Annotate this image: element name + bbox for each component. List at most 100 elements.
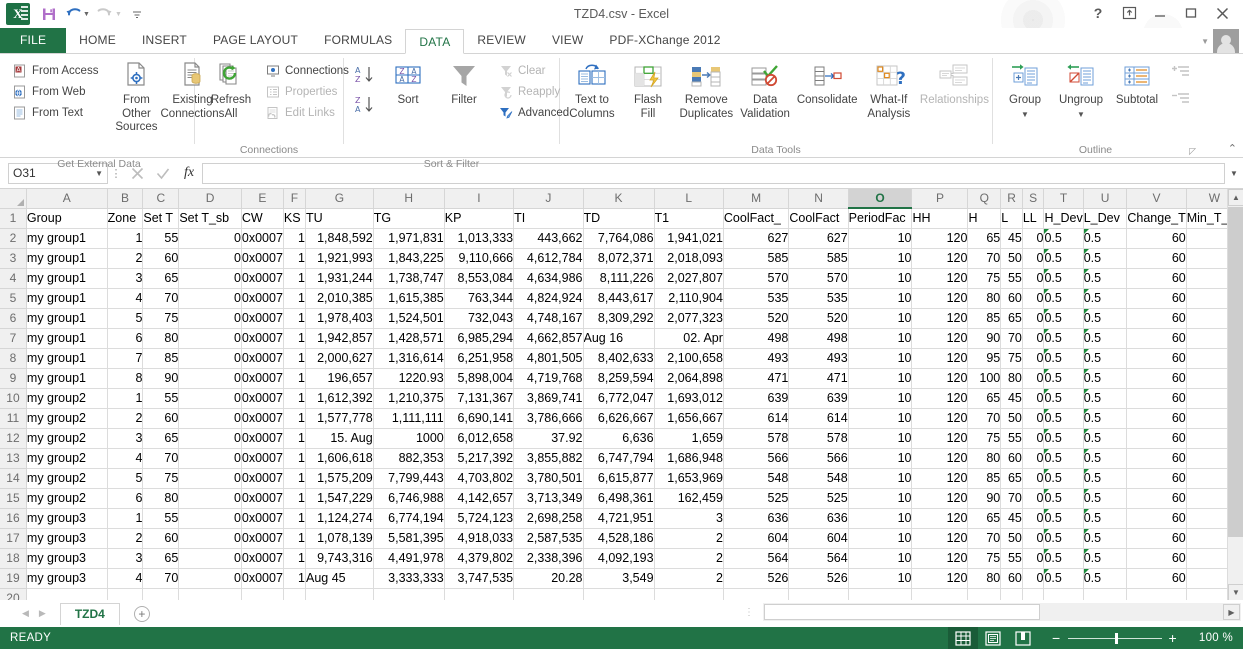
cell-H15[interactable]: 6,746,988 — [373, 488, 445, 509]
cell-V12[interactable]: 60 — [1126, 428, 1187, 449]
cell-N20[interactable] — [788, 588, 849, 600]
cell-U11[interactable]: 0.5 — [1083, 408, 1128, 429]
cell-E9[interactable]: 0x0007 — [241, 368, 284, 389]
show-detail-button[interactable] — [1171, 64, 1191, 83]
cell-R19[interactable]: 60 — [1000, 568, 1023, 589]
text-to-columns-button[interactable]: Text to Columns — [564, 58, 620, 123]
cell-V14[interactable]: 60 — [1126, 468, 1187, 489]
cell-J8[interactable]: 4,801,505 — [513, 348, 584, 369]
cell-H19[interactable]: 3,333,333 — [373, 568, 445, 589]
cell-R17[interactable]: 50 — [1000, 528, 1023, 549]
cell-F18[interactable]: 1 — [283, 548, 307, 569]
cell-D11[interactable]: 0 — [178, 408, 242, 429]
cell-I7[interactable]: 6,985,294 — [444, 328, 515, 349]
cell-U1[interactable]: L_Dev — [1083, 208, 1128, 229]
cell-R18[interactable]: 55 — [1000, 548, 1023, 569]
row-header-9[interactable]: 9 — [0, 368, 27, 389]
cell-P13[interactable]: 120 — [911, 448, 969, 469]
cell-C19[interactable]: 70 — [142, 568, 180, 589]
cell-L15[interactable]: 162,459 — [654, 488, 724, 509]
cell-V15[interactable]: 60 — [1126, 488, 1187, 509]
cell-L12[interactable]: 1,659 — [654, 428, 724, 449]
cell-H8[interactable]: 1,316,614 — [373, 348, 445, 369]
cell-D9[interactable]: 0 — [178, 368, 242, 389]
cell-L8[interactable]: 2,100,658 — [654, 348, 724, 369]
cell-C3[interactable]: 60 — [142, 248, 180, 269]
cell-N4[interactable]: 570 — [788, 268, 849, 289]
cell-V10[interactable]: 60 — [1126, 388, 1187, 409]
cell-Q2[interactable]: 65 — [967, 228, 1002, 249]
cell-B7[interactable]: 6 — [107, 328, 144, 349]
cell-U17[interactable]: 0.5 — [1083, 528, 1128, 549]
cell-M7[interactable]: 498 — [723, 328, 790, 349]
cell-F4[interactable]: 1 — [283, 268, 307, 289]
cell-C11[interactable]: 60 — [142, 408, 180, 429]
cell-R11[interactable]: 50 — [1000, 408, 1023, 429]
cell-Q7[interactable]: 90 — [967, 328, 1002, 349]
cell-O16[interactable]: 10 — [848, 508, 913, 529]
cell-G15[interactable]: 1,547,229 — [305, 488, 374, 509]
cell-A3[interactable]: my group1 — [26, 248, 108, 269]
cell-A9[interactable]: my group1 — [26, 368, 108, 389]
cell-F8[interactable]: 1 — [283, 348, 307, 369]
cell-R15[interactable]: 70 — [1000, 488, 1023, 509]
cell-H9[interactable]: 1220.93 — [373, 368, 445, 389]
cell-I15[interactable]: 4,142,657 — [444, 488, 515, 509]
cell-O20[interactable] — [848, 588, 913, 600]
cell-J4[interactable]: 4,634,986 — [513, 268, 584, 289]
cell-C8[interactable]: 85 — [142, 348, 180, 369]
consolidate-button[interactable]: Consolidate — [794, 58, 861, 110]
cell-C12[interactable]: 65 — [142, 428, 180, 449]
cell-C5[interactable]: 70 — [142, 288, 180, 309]
cell-P7[interactable]: 120 — [911, 328, 969, 349]
data-validation-button[interactable]: Data Validation — [737, 58, 794, 123]
cell-S20[interactable] — [1022, 588, 1045, 600]
cell-G18[interactable]: 9,743,316 — [305, 548, 374, 569]
account-dropdown-icon[interactable]: ▼ — [1201, 37, 1209, 46]
cell-F2[interactable]: 1 — [283, 228, 307, 249]
cell-H16[interactable]: 6,774,194 — [373, 508, 445, 529]
cell-M1[interactable]: CoolFact_ — [723, 208, 790, 229]
cell-S7[interactable]: 0 — [1022, 328, 1045, 349]
sheet-tab-tzd4[interactable]: TZD4 — [59, 602, 120, 625]
cell-O19[interactable]: 10 — [848, 568, 913, 589]
cell-G19[interactable]: Aug 45 — [305, 568, 374, 589]
cell-M19[interactable]: 526 — [723, 568, 790, 589]
cell-A15[interactable]: my group2 — [26, 488, 108, 509]
cell-G7[interactable]: 1,942,857 — [305, 328, 374, 349]
cell-I2[interactable]: 1,013,333 — [444, 228, 515, 249]
connections-button[interactable]: Connections — [261, 60, 353, 81]
cell-H4[interactable]: 1,738,747 — [373, 268, 445, 289]
cell-M3[interactable]: 585 — [723, 248, 790, 269]
cell-C4[interactable]: 65 — [142, 268, 180, 289]
sort-descending-button[interactable]: ZA — [352, 93, 378, 117]
cell-F17[interactable]: 1 — [283, 528, 307, 549]
cell-G20[interactable] — [305, 588, 374, 600]
cell-G9[interactable]: 196,657 — [305, 368, 374, 389]
cell-P16[interactable]: 120 — [911, 508, 969, 529]
help-button[interactable]: ? — [1083, 2, 1113, 24]
ungroup-dropdown-icon[interactable]: ▼ — [1077, 108, 1085, 122]
cell-H17[interactable]: 5,581,395 — [373, 528, 445, 549]
cell-B11[interactable]: 2 — [107, 408, 144, 429]
cell-M11[interactable]: 614 — [723, 408, 790, 429]
cell-B20[interactable] — [107, 588, 144, 600]
cell-S2[interactable]: 0 — [1022, 228, 1045, 249]
cell-G16[interactable]: 1,124,274 — [305, 508, 374, 529]
cell-P3[interactable]: 120 — [911, 248, 969, 269]
cell-D19[interactable]: 0 — [178, 568, 242, 589]
cell-V11[interactable]: 60 — [1126, 408, 1187, 429]
cell-V18[interactable]: 60 — [1126, 548, 1187, 569]
cell-O11[interactable]: 10 — [848, 408, 913, 429]
column-header-i[interactable]: I — [444, 189, 515, 209]
cell-N2[interactable]: 627 — [788, 228, 849, 249]
cell-T5[interactable]: 0.5 — [1043, 288, 1084, 309]
cell-V4[interactable]: 60 — [1126, 268, 1187, 289]
cell-U19[interactable]: 0.5 — [1083, 568, 1128, 589]
cell-K19[interactable]: 3,549 — [583, 568, 655, 589]
cell-M8[interactable]: 493 — [723, 348, 790, 369]
cell-P4[interactable]: 120 — [911, 268, 969, 289]
cell-J5[interactable]: 4,824,924 — [513, 288, 584, 309]
tab-formulas[interactable]: FORMULAS — [311, 28, 405, 53]
cell-F16[interactable]: 1 — [283, 508, 307, 529]
